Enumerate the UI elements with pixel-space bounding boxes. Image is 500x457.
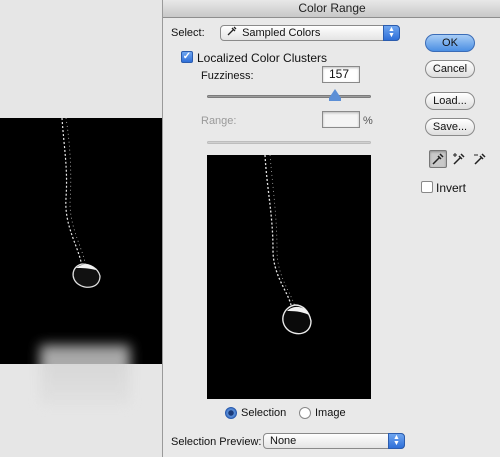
range-field[interactable]	[322, 111, 360, 128]
fuzziness-slider-thumb[interactable]	[329, 89, 341, 101]
load-button[interactable]: Load...	[425, 92, 475, 110]
chevron-updown-icon: ▲ ▼	[383, 25, 400, 41]
selection-preview-dropdown[interactable]: None ▲ ▼	[263, 433, 405, 449]
radio-image-label: Image	[315, 407, 346, 419]
chevron-updown-icon: ▲ ▼	[388, 433, 405, 449]
cancel-button[interactable]: Cancel	[425, 60, 475, 78]
fuzziness-slider[interactable]	[207, 95, 371, 98]
dialog-title: Color Range	[163, 0, 500, 18]
range-slider[interactable]	[207, 141, 371, 144]
water-drop-preview	[264, 154, 312, 335]
selection-preview-image	[207, 154, 371, 399]
document-shadow	[40, 345, 130, 405]
color-range-dialog: Color Range Select: Sampled Colors ▲ ▼ ✓ …	[162, 0, 500, 457]
select-label: Select:	[171, 27, 205, 39]
fuzziness-field[interactable]: 157	[322, 66, 360, 83]
eyedropper-icon	[227, 26, 239, 40]
invert-label: Invert	[436, 181, 467, 195]
invert-checkbox[interactable]	[421, 181, 433, 193]
ok-button[interactable]: OK	[425, 34, 475, 52]
eyedropper-minus-tool[interactable]	[471, 150, 489, 168]
eyedropper-plus-icon	[453, 153, 465, 165]
radio-selection[interactable]	[225, 407, 237, 419]
range-unit: %	[363, 115, 373, 127]
selection-preview-label: Selection Preview:	[171, 436, 262, 448]
water-drop-image	[61, 117, 101, 288]
eyedropper-icon	[432, 153, 444, 165]
select-value: Sampled Colors	[242, 27, 321, 39]
document-canvas	[0, 0, 162, 457]
fuzziness-label: Fuzziness:	[201, 70, 254, 82]
eyedropper-plus-tool[interactable]	[450, 150, 468, 168]
range-label: Range:	[201, 115, 237, 127]
radio-selection-label: Selection	[241, 407, 287, 419]
select-dropdown[interactable]: Sampled Colors ▲ ▼	[220, 25, 400, 41]
radio-image[interactable]	[299, 407, 311, 419]
localized-color-clusters-label: Localized Color Clusters	[197, 51, 328, 65]
localized-color-clusters-checkbox[interactable]: ✓	[181, 51, 193, 63]
eyedropper-tool[interactable]	[429, 150, 447, 168]
selection-preview-value: None	[270, 435, 297, 447]
save-button[interactable]: Save...	[425, 118, 475, 136]
document-image	[0, 117, 162, 364]
eyedropper-minus-icon	[474, 153, 486, 165]
